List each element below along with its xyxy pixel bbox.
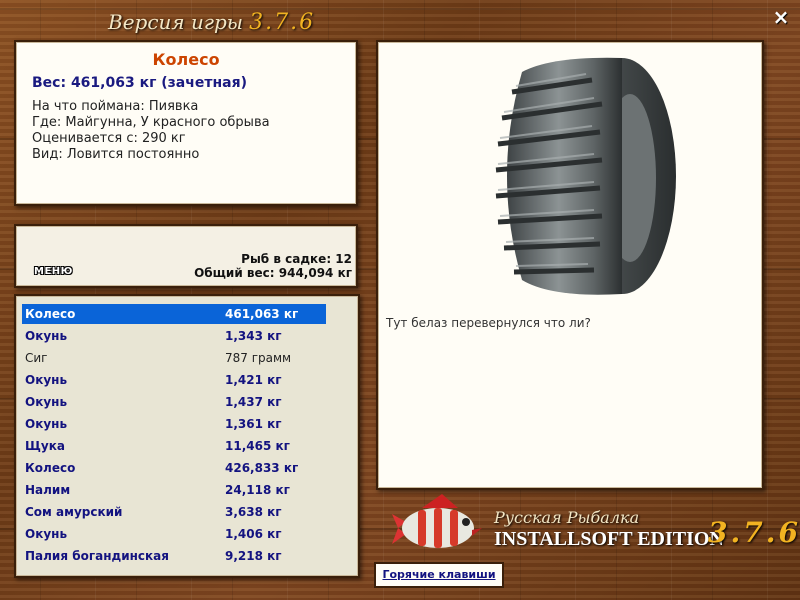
catch-row-weight: 787 грамм	[225, 351, 292, 365]
close-icon[interactable]: ×	[770, 6, 792, 28]
catch-row-weight: 3,638 кг	[225, 505, 282, 519]
catch-row[interactable]: Сиг 787 грамм	[22, 348, 326, 368]
catch-row-weight: 1,421 кг	[225, 373, 282, 387]
fish-name: Колесо	[152, 50, 220, 69]
catch-row[interactable]: Окунь 1,406 кг	[22, 524, 326, 544]
catch-row[interactable]: Колесо 426,833 кг	[22, 458, 326, 478]
catch-row-weight: 461,063 кг	[225, 307, 299, 321]
keepnet-stats-panel: МЕНЮ Рыб в садке: 12 Общий вес: 944,094 …	[14, 224, 358, 288]
catch-row-name: Окунь	[25, 527, 68, 541]
catch-row-weight: 11,465 кг	[225, 439, 290, 453]
catch-row-weight: 24,118 кг	[225, 483, 290, 497]
tire-icon	[495, 57, 676, 295]
menu-button[interactable]: МЕНЮ	[34, 266, 73, 277]
fish-icon	[392, 494, 482, 548]
catch-row-weight: 1,406 кг	[225, 527, 282, 541]
catch-row-name: Колесо	[25, 307, 76, 321]
catch-row-weight: 1,437 кг	[225, 395, 282, 409]
logo-version: 3.7.6	[708, 516, 800, 549]
logo-edition: INSTALLSOFT EDITION	[494, 528, 724, 550]
catch-row[interactable]: Сом амурский 3,638 кг	[22, 502, 326, 522]
catch-row[interactable]: Окунь 1,361 кг	[22, 414, 326, 434]
catch-row[interactable]: Налим 24,118 кг	[22, 480, 326, 500]
catch-row-name: Колесо	[25, 461, 76, 475]
catch-list: Колесо 461,063 кг Окунь 1,343 кг Сиг 787 грам…	[14, 294, 360, 578]
title-text: Версия игры	[108, 10, 244, 34]
catch-row-weight: 426,833 кг	[225, 461, 299, 475]
catch-row-name: Сиг	[25, 351, 48, 365]
catch-row-name: Сом амурский	[25, 505, 123, 519]
fish-count: Рыб в садке: 12	[241, 252, 352, 266]
window-title: Версия игры 3.7.6	[108, 8, 315, 36]
fish-rated-from: Оценивается с: 290 кг	[32, 131, 186, 146]
catch-row[interactable]: Колесо 461,063 кг	[22, 304, 326, 324]
fish-description: Тут белаз перевернулся что ли?	[386, 316, 591, 330]
catch-row-name: Окунь	[25, 329, 68, 343]
catch-row[interactable]: Окунь 1,421 кг	[22, 370, 326, 390]
fish-weight: Вес: 461,063 кг (зачетная)	[32, 75, 247, 91]
catch-row[interactable]: Окунь 1,343 кг	[22, 326, 326, 346]
catch-row-weight: 9,218 кг	[225, 549, 282, 563]
fish-info-panel: Колесо Вес: 461,063 кг (зачетная) На что…	[14, 40, 358, 206]
logo-title: Русская Рыбалка	[494, 508, 640, 527]
hotkeys-link[interactable]: Горячие клавиши	[374, 562, 504, 588]
catch-row-weight: 1,343 кг	[225, 329, 282, 343]
title-version: 3.7.6	[249, 10, 316, 35]
fish-view-panel: Тут белаз перевернулся что ли?	[376, 40, 764, 490]
catch-row-weight: 1,361 кг	[225, 417, 282, 431]
catch-row-name: Щука	[25, 439, 65, 453]
fish-bait: На что поймана: Пиявка	[32, 99, 199, 114]
fish-place: Где: Майгунна, У красного обрыва	[32, 115, 270, 130]
catch-row-name: Окунь	[25, 395, 68, 409]
catch-row-name: Палия богандинская	[25, 549, 169, 563]
catch-row-name: Налим	[25, 483, 71, 497]
total-weight: Общий вес: 944,094 кг	[194, 266, 352, 280]
fish-kind: Вид: Ловится постоянно	[32, 147, 200, 162]
catch-row[interactable]: Окунь 1,437 кг	[22, 392, 326, 412]
catch-row[interactable]: Щука 11,465 кг	[22, 436, 326, 456]
catch-row-name: Окунь	[25, 373, 68, 387]
catch-row-name: Окунь	[25, 417, 68, 431]
catch-row[interactable]: Палия богандинская 9,218 кг	[22, 546, 326, 566]
